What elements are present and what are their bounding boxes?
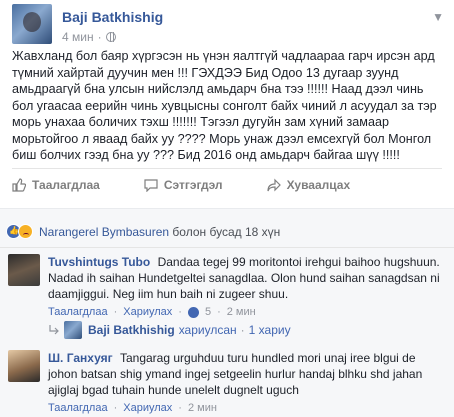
share-button[interactable]: Хуваалцах <box>266 178 351 192</box>
comment-like-link[interactable]: Таалагдлаа <box>48 304 108 320</box>
reaction-user[interactable]: Narangerel Bymbasuren <box>39 225 169 239</box>
like-count-icon <box>187 306 199 318</box>
globe-icon <box>105 32 116 42</box>
comment-time[interactable]: 2 мин <box>188 400 217 416</box>
commenter-avatar[interactable] <box>8 254 40 286</box>
comment-meta: Таалагдлаа · Хариулах · 5 · 2 мин <box>48 304 256 320</box>
post-header: Baji Batkhishig 4 мин · ▼ <box>12 4 452 44</box>
divider <box>0 247 454 248</box>
comment-body: Tuvshintugs Tubo Dandaa tegej 99 moriton… <box>48 254 444 320</box>
chevron-down-icon[interactable]: ▼ <box>432 10 444 24</box>
reply-count[interactable]: 1 хариу <box>249 323 291 337</box>
comment-reply-link[interactable]: Хариулах <box>123 400 172 416</box>
divider <box>12 168 442 169</box>
comment-reply-link[interactable]: Хариулах <box>123 304 172 320</box>
reactions-text: Narangerel Bymbasuren болон бусад 18 хүн <box>39 225 280 239</box>
comment-label: Сэтгэгдэл <box>163 178 223 192</box>
author-avatar[interactable] <box>12 4 52 44</box>
replies-row[interactable]: Baji Batkhishig хариулсан · 1 хариу <box>48 320 428 340</box>
reactions-summary[interactable]: Narangerel Bymbasuren болон бусад 18 хүн <box>6 224 280 239</box>
reply-arrow-icon <box>49 325 59 335</box>
comment-like-count[interactable]: 5 <box>205 304 211 320</box>
comment-meta: Таалагдлаа · Хариулах · 2 мин <box>48 400 217 416</box>
reaction-suffix: болон бусад 18 хүн <box>169 224 281 239</box>
reply-author[interactable]: Baji Batkhishig <box>88 323 175 337</box>
reply-label: хариулсан <box>178 323 237 337</box>
post-time[interactable]: 4 мин <box>62 30 94 44</box>
post-author[interactable]: Baji Batkhishig <box>62 9 163 25</box>
sad-reaction-icon <box>18 224 33 239</box>
post-actions: Таалагдлаа Сэтгэгдэл Хуваалцах <box>12 175 442 195</box>
comment-author[interactable]: Ш. Ганхуяг <box>48 351 113 365</box>
share-icon <box>266 178 281 192</box>
like-button[interactable]: Таалагдлаа <box>12 178 100 192</box>
comment-time[interactable]: 2 мин <box>227 304 256 320</box>
thumbs-up-icon <box>12 178 26 192</box>
comment-button[interactable]: Сэтгэгдэл <box>144 178 223 192</box>
comment-body: Ш. Ганхуяг Tangarag urguhduu turu hundle… <box>48 350 444 416</box>
reply-avatar <box>64 321 82 339</box>
post-text: Жавхланд бол баяр хүргэсэн нь үнэн яалтг… <box>12 49 437 162</box>
share-label: Хуваалцах <box>286 178 351 192</box>
comment-author[interactable]: Tuvshintugs Tubo <box>48 255 150 269</box>
comment-icon <box>144 179 158 192</box>
like-label: Таалагдлаа <box>32 178 100 192</box>
commenter-avatar[interactable] <box>8 350 40 382</box>
post-meta: 4 мин · <box>62 30 116 44</box>
comment-like-link[interactable]: Таалагдлаа <box>48 400 108 416</box>
